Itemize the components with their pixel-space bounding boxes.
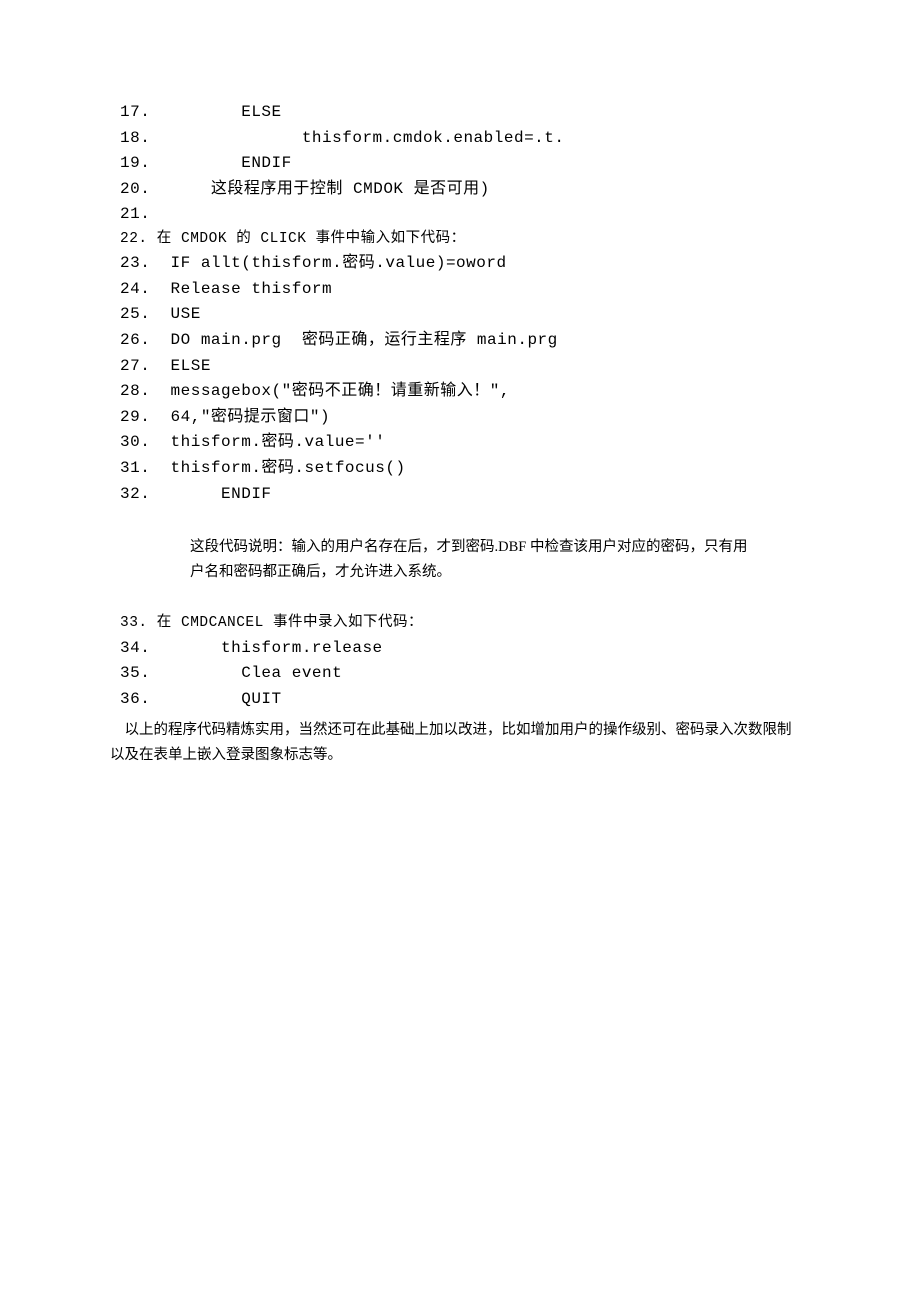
code-line-26: 26. DO main.prg 密码正确，运行主程序 main.prg [120,328,800,354]
document-page: 17. ELSE 18. thisform.cmdok.enabled=.t. … [0,0,920,768]
code-line-22: 22. 在 CMDOK 的 CLICK 事件中输入如下代码： [120,228,800,251]
code-line-27: 27. ELSE [120,354,800,380]
code-line-30: 30. thisform.密码.value='' [120,430,800,456]
code-line-32: 32. ENDIF [120,482,800,508]
code-line-20: 20. 这段程序用于控制 CMDOK 是否可用) [120,177,800,203]
code-line-28: 28. messagebox("密码不正确！请重新输入！", [120,379,800,405]
code-line-17: 17. ELSE [120,100,800,126]
final-paragraph: 以上的程序代码精炼实用，当然还可在此基础上加以改进，比如增加用户的操作级别、密码… [110,718,800,767]
code-line-34: 34. thisform.release [120,636,800,662]
code-line-23: 23. IF allt(thisform.密码.value)=oword [120,251,800,277]
code-line-24: 24. Release thisform [120,277,800,303]
code-line-29: 29. 64,"密码提示窗口") [120,405,800,431]
explanation-paragraph-1: 这段代码说明：输入的用户名存在后，才到密码.DBF 中检查该用户对应的密码，只有… [190,535,760,584]
code-line-31: 31. thisform.密码.setfocus() [120,456,800,482]
code-line-35: 35. Clea event [120,661,800,687]
code-line-21: 21. [120,202,800,228]
code-line-18: 18. thisform.cmdok.enabled=.t. [120,126,800,152]
code-line-33: 33. 在 CMDCANCEL 事件中录入如下代码： [120,612,800,635]
code-line-36: 36. QUIT [120,687,800,713]
code-line-19: 19. ENDIF [120,151,800,177]
code-line-25: 25. USE [120,302,800,328]
